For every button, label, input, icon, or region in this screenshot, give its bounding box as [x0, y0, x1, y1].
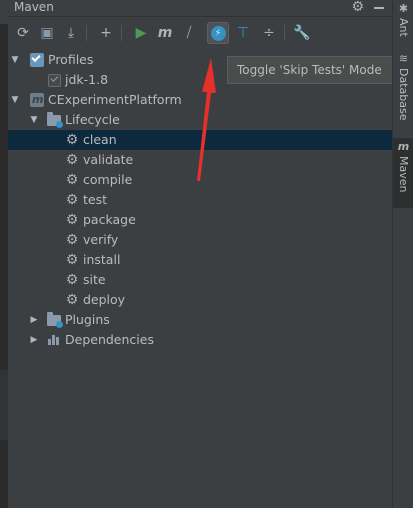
goal-label: site [83, 272, 106, 287]
tree-node-label: Lifecycle [65, 112, 120, 127]
folder-icon [47, 112, 63, 128]
wrench-icon: 🔧 [293, 25, 311, 41]
folder-icon [47, 312, 63, 328]
offline-icon: ⧸ [186, 25, 192, 41]
goal-label: validate [83, 152, 134, 167]
minimize-icon[interactable] [374, 7, 384, 9]
lifecycle-goal-install[interactable]: ⚙ install [8, 250, 392, 270]
gear-icon: ⚙ [65, 192, 79, 208]
profile-checkbox[interactable] [48, 74, 61, 87]
tree-node-dependencies[interactable]: ▶ Dependencies [8, 330, 392, 350]
expand-arrow-icon[interactable]: ▶ [29, 310, 39, 330]
skip-tests-tooltip: Toggle 'Skip Tests' Mode [227, 56, 393, 84]
download-sources-button[interactable]: ⤓ [60, 22, 82, 44]
maven-m-icon: m [397, 140, 410, 153]
goal-label: compile [83, 172, 133, 187]
tree-node-label: Plugins [65, 312, 110, 327]
toolbar-separator [284, 25, 285, 41]
execute-maven-goal-button[interactable]: m [154, 22, 176, 44]
goal-label: package [83, 212, 136, 227]
plus-icon: + [100, 25, 112, 41]
maven-tool-window: Maven ⚙ ⟳ ▣ ⤓ + ▶ m ⧸ ⚡ ⊤ ÷ 🔧 ▼ Profiles jdk-1.8 ▼… [8, 0, 393, 508]
lifecycle-goal-deploy[interactable]: ⚙ deploy [8, 290, 392, 310]
gear-icon: ⚙ [65, 272, 79, 288]
lifecycle-goal-verify[interactable]: ⚙ verify [8, 230, 392, 250]
reimport-all-button[interactable]: ⟳ [12, 22, 34, 44]
tree-node-lifecycle[interactable]: ▼ Lifecycle [8, 110, 392, 130]
run-icon: ▶ [135, 25, 147, 41]
show-dependencies-button[interactable]: ⊤ [232, 22, 254, 44]
side-tab-ant[interactable]: ✱ Ant [393, 0, 413, 44]
lifecycle-goal-package[interactable]: ⚙ package [8, 210, 392, 230]
tree-node-label: Profiles [48, 52, 94, 67]
goal-label: clean [83, 132, 117, 147]
download-icon: ⤓ [67, 25, 75, 41]
right-tool-stripe: ✱ Ant ≋ Database m Maven [392, 0, 413, 508]
expand-arrow-icon[interactable]: ▼ [10, 50, 20, 70]
goal-label: install [83, 252, 121, 267]
lifecycle-goal-test[interactable]: ⚙ test [8, 190, 392, 210]
goal-label: deploy [83, 292, 126, 307]
goal-label: verify [83, 232, 119, 247]
tool-window-header: Maven ⚙ [8, 0, 392, 17]
folder-update-icon: ▣ [40, 25, 54, 41]
gear-icon[interactable]: ⚙ [351, 0, 364, 15]
toggle-skip-tests-button[interactable]: ⚡ [207, 22, 229, 44]
tree-node-label: CExperimentPlatform [48, 92, 182, 107]
toolbar-separator [121, 25, 122, 41]
gear-icon: ⚙ [65, 252, 79, 268]
tree-node-label: jdk-1.8 [65, 72, 109, 87]
tree-node-project[interactable]: ▼ CExperimentPlatform [8, 90, 392, 110]
maven-m-icon: m [157, 25, 173, 41]
lifecycle-goal-compile[interactable]: ⚙ compile [8, 170, 392, 190]
database-icon: ≋ [398, 52, 409, 65]
gear-icon: ⚙ [65, 212, 79, 228]
ant-icon: ✱ [398, 2, 409, 15]
tree-node-plugins[interactable]: ▶ Plugins [8, 310, 392, 330]
dependencies-icon [47, 333, 61, 347]
side-tab-label: Database [397, 68, 410, 121]
diagram-icon: ⊤ [236, 25, 250, 41]
lifecycle-goal-validate[interactable]: ⚙ validate [8, 150, 392, 170]
toolbar-separator [86, 25, 87, 41]
tool-window-title: Maven [14, 0, 54, 14]
maven-toolbar: ⟳ ▣ ⤓ + ▶ m ⧸ ⚡ ⊤ ÷ 🔧 [8, 21, 392, 47]
expand-arrow-icon[interactable]: ▶ [29, 330, 39, 350]
gear-icon: ⚙ [65, 292, 79, 308]
gear-icon: ⚙ [65, 172, 79, 188]
run-maven-build-button[interactable]: ▶ [130, 22, 152, 44]
profiles-icon [30, 53, 44, 67]
gear-icon: ⚙ [65, 132, 79, 148]
expand-arrow-icon[interactable]: ▼ [10, 90, 20, 110]
maven-settings-button[interactable]: 🔧 [291, 22, 313, 44]
collapse-icon: ÷ [263, 25, 275, 41]
goal-label: test [83, 192, 108, 207]
lifecycle-goal-clean[interactable]: ⚙ clean [8, 130, 392, 150]
maven-project-icon [30, 90, 44, 110]
add-maven-project-button[interactable]: + [95, 22, 117, 44]
gear-icon: ⚙ [65, 152, 79, 168]
tree-node-label: Dependencies [65, 332, 154, 347]
lifecycle-goal-site[interactable]: ⚙ site [8, 270, 392, 290]
side-tab-maven[interactable]: m Maven [393, 138, 413, 208]
expand-arrow-icon[interactable]: ▼ [29, 110, 39, 130]
side-tab-label: Ant [397, 18, 410, 37]
refresh-icon: ⟳ [17, 25, 29, 41]
generate-sources-button[interactable]: ▣ [36, 22, 58, 44]
skip-tests-icon: ⚡ [210, 25, 226, 41]
side-tab-label: Maven [397, 156, 410, 193]
toggle-offline-mode-button[interactable]: ⧸ [178, 22, 200, 44]
collapse-all-button[interactable]: ÷ [258, 22, 280, 44]
gear-icon: ⚙ [65, 232, 79, 248]
side-tab-database[interactable]: ≋ Database [393, 50, 413, 130]
